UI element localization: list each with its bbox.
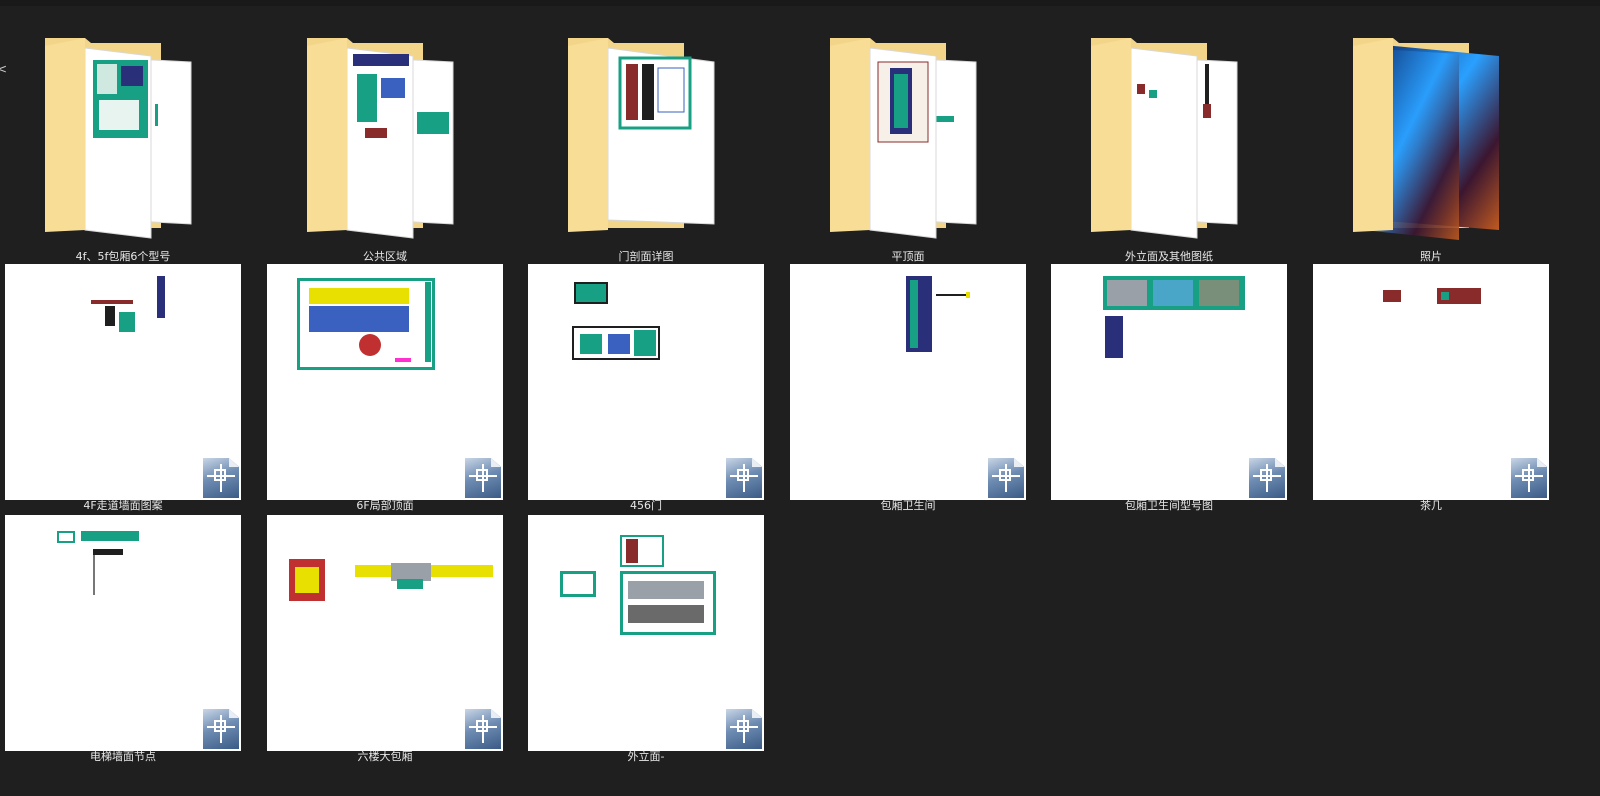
folder-item-ceiling[interactable]: 平顶面 (790, 34, 1026, 266)
file-name: 456门 (630, 499, 662, 512)
file-name: 4F走道墙面图案 (83, 499, 163, 512)
file-item-bathroom[interactable]: 包厢卫生间 (790, 264, 1026, 514)
file-thumbnail (790, 264, 1026, 500)
dwg-file-icon (1249, 458, 1285, 498)
dwg-file-icon (1511, 458, 1547, 498)
folder-item-door-section[interactable]: 门剖面详图 (528, 34, 764, 266)
title-bar-strip (0, 0, 1600, 6)
folder-icon (5, 34, 241, 270)
file-name: 六楼大包厢 (357, 750, 413, 763)
folder-icon (267, 34, 503, 270)
folder-item-4f-5f[interactable]: 4f、5f包厢6个型号 (5, 34, 241, 266)
folder-icon (528, 34, 764, 270)
dwg-file-icon (726, 458, 762, 498)
dwg-file-icon (465, 709, 501, 749)
folder-name: 门剖面详图 (618, 250, 674, 263)
file-item-tea-table[interactable]: 茶几 (1313, 264, 1549, 514)
file-thumbnail (528, 264, 764, 500)
file-thumbnail (1313, 264, 1549, 500)
dwg-file-icon (203, 458, 239, 498)
file-grid: 4f、5f包厢6个型号 公共区域 门剖面详图 平顶面 外立面及其他图纸 照片 4… (5, 34, 1595, 796)
file-name: 6F局部顶面 (356, 499, 414, 512)
file-item-elevator-wall[interactable]: 电梯墙面节点 (5, 515, 241, 765)
file-thumbnail (267, 515, 503, 751)
dwg-file-icon (988, 458, 1024, 498)
file-name: 包厢卫生间 (880, 499, 936, 512)
folder-name: 平顶面 (891, 250, 925, 263)
file-name: 包厢卫生间型号图 (1125, 499, 1213, 512)
folder-item-photos[interactable]: 照片 (1313, 34, 1549, 266)
dwg-file-icon (203, 709, 239, 749)
folder-item-public-area[interactable]: 公共区域 (267, 34, 503, 266)
file-thumbnail (5, 515, 241, 751)
folder-name: 公共区域 (363, 250, 407, 263)
file-item-bathroom-types[interactable]: 包厢卫生间型号图 (1051, 264, 1287, 514)
dwg-file-icon (465, 458, 501, 498)
file-name: 茶几 (1420, 499, 1442, 512)
folder-name: 外立面及其他图纸 (1125, 250, 1213, 263)
folder-item-facade[interactable]: 外立面及其他图纸 (1051, 34, 1287, 266)
file-thumbnail (528, 515, 764, 751)
file-thumbnail (1051, 264, 1287, 500)
file-item-4f-corridor[interactable]: 4F走道墙面图案 (5, 264, 241, 514)
file-name: 电梯墙面节点 (90, 750, 156, 763)
file-thumbnail (267, 264, 503, 500)
file-item-6f-ceiling[interactable]: 6F局部顶面 (267, 264, 503, 514)
file-item-456-door[interactable]: 456门 (528, 264, 764, 514)
file-item-6f-large-room[interactable]: 六楼大包厢 (267, 515, 503, 765)
file-thumbnail (5, 264, 241, 500)
folder-icon (1313, 34, 1549, 270)
folder-icon (790, 34, 1026, 270)
folder-name: 照片 (1420, 250, 1442, 263)
dwg-file-icon (726, 709, 762, 749)
file-name: 外立面- (627, 750, 665, 763)
folder-icon (1051, 34, 1287, 270)
file-item-facade[interactable]: 外立面- (528, 515, 764, 765)
folder-name: 4f、5f包厢6个型号 (75, 250, 171, 263)
